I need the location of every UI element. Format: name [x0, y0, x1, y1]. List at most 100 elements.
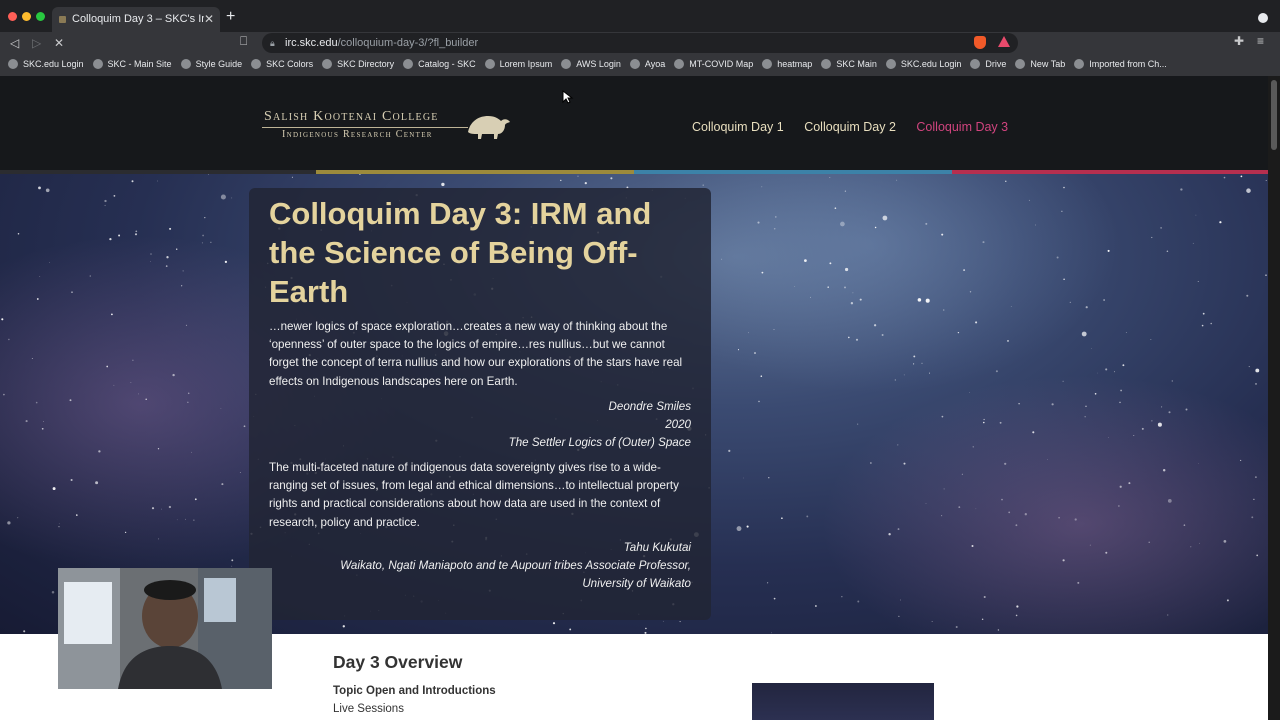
bookmark-item[interactable]: AWS Login — [561, 54, 621, 74]
hero-section: Colloquim Day 3: IRM and the Science of … — [0, 174, 1268, 634]
bookmark-favicon-icon — [674, 59, 685, 69]
nav-day-3[interactable]: Colloquim Day 3 — [916, 120, 1008, 134]
site-header: Salish Kootenai College Indigenous Resea… — [0, 76, 1268, 170]
tab-bar: Colloquim Day 3 – SKC's Indigenous Resea… — [0, 0, 1280, 32]
new-tab-button[interactable]: + — [226, 8, 235, 26]
bookmark-label: heatmap — [777, 59, 813, 69]
bookmark-item[interactable]: SKC.edu Login — [885, 54, 962, 74]
zoom-window-button[interactable] — [36, 12, 45, 21]
bookmark-favicon-icon — [92, 59, 103, 69]
bookmark-label: SKC - Main Site — [107, 59, 172, 69]
url-host: irc.skc.edu — [285, 37, 338, 49]
scrollbar-thumb[interactable] — [1271, 80, 1277, 150]
bookmark-item[interactable]: Ayoa — [629, 54, 666, 74]
lock-icon: 🔒︎ — [270, 38, 275, 48]
section-heading: Day 3 Overview — [333, 652, 463, 672]
forward-arrow-icon[interactable]: ▷ — [32, 34, 41, 52]
logo-line1: Salish Kootenai College — [264, 109, 439, 124]
nav-day-2[interactable]: Colloquim Day 2 — [804, 120, 896, 134]
bookmark-item[interactable]: Lorem Ipsum — [484, 54, 553, 74]
bookmark-item[interactable]: SKC Directory — [322, 54, 394, 74]
url-path: /colloquium-day-3/?fl_builder — [337, 37, 479, 49]
bookmark-item[interactable]: MT-COVID Map — [674, 54, 753, 74]
back-arrow-icon[interactable]: ◁ — [10, 34, 19, 52]
bookmark-favicon-icon — [629, 59, 640, 69]
hamburger-menu-icon[interactable]: ≡ — [1257, 34, 1264, 48]
attribution-source: The Settler Logics of (Outer) Space — [508, 436, 691, 449]
browser-toolbar: ◁ ▷ ✕ ⎕ 🔒︎ irc.skc.edu/colloquium-day-3/… — [0, 32, 1280, 54]
bookmark-item[interactable]: Catalog - SKC — [403, 54, 476, 74]
attribution-year: 2020 — [665, 418, 691, 431]
logo-line2: Indigenous Research Center — [282, 129, 433, 140]
minimize-window-button[interactable] — [22, 12, 31, 21]
bookmark-favicon-icon — [1015, 59, 1026, 69]
profile-icon[interactable] — [1258, 13, 1268, 23]
main-nav: Colloquim Day 1 Colloquim Day 2 Colloqui… — [692, 120, 1025, 134]
attribution-institution: University of Waikato — [582, 577, 691, 590]
bookmark-label: Ayoa — [644, 59, 666, 69]
topic-label: Topic Open and Introductions — [333, 685, 496, 697]
bookmark-icon[interactable]: ⎕ — [240, 34, 247, 49]
quote-kukutai: The multi-faceted nature of indigenous d… — [269, 461, 679, 529]
bookmark-item[interactable]: SKC Colors — [251, 54, 313, 74]
close-window-button[interactable] — [8, 12, 17, 21]
bookmark-favicon-icon — [885, 59, 896, 69]
bookmarks-bar: SKC.edu Login SKC - Main Site Style Guide S… — [0, 54, 1280, 76]
puzzle-piece-icon[interactable]: ✚ — [1234, 34, 1244, 48]
bookmark-item[interactable]: SKC.edu Login — [8, 54, 84, 74]
nav-day-1[interactable]: Colloquim Day 1 — [692, 120, 784, 134]
brave-shield-icon[interactable] — [974, 36, 986, 49]
bookmark-label: SKC Main — [836, 59, 877, 69]
bookmark-label: SKC Colors — [266, 59, 314, 69]
bookmark-favicon-icon — [762, 59, 773, 69]
bookmark-label: SKC Directory — [337, 59, 395, 69]
bookmark-item[interactable]: Drive — [970, 54, 1006, 74]
bookmark-item[interactable]: Style Guide — [180, 54, 243, 74]
bookmark-label: Catalog - SKC — [418, 59, 476, 69]
site-favicon-icon — [59, 16, 66, 23]
bison-icon — [468, 116, 510, 139]
bookmark-label: MT-COVID Map — [689, 59, 754, 69]
page-title: Colloquim Day 3: IRM and the Science of … — [269, 196, 652, 309]
bookmark-label: AWS Login — [576, 59, 621, 69]
browser-window: Colloquim Day 3 – SKC's Indigenous Resea… — [0, 0, 1280, 720]
bookmark-label: Drive — [985, 59, 1007, 69]
attribution-author: Deondre Smiles — [608, 400, 691, 413]
attribution-author: Tahu Kukutai — [623, 541, 691, 554]
browser-tab[interactable]: Colloquim Day 3 – SKC's Indigenous Resea… — [52, 7, 220, 32]
bookmark-favicon-icon — [821, 59, 832, 69]
presenter-video-icon — [58, 568, 272, 689]
address-bar[interactable]: 🔒︎ irc.skc.edu/colloquium-day-3/?fl_buil… — [262, 33, 1018, 53]
bookmark-label: Style Guide — [195, 59, 243, 69]
bookmark-label: Imported from Ch... — [1089, 59, 1167, 69]
bookmark-item[interactable]: SKC - Main Site — [92, 54, 172, 74]
tab-close-icon[interactable]: ✕ — [204, 7, 214, 32]
bookmark-favicon-icon — [484, 59, 495, 69]
bookmark-favicon-icon — [403, 59, 414, 69]
site-logo[interactable]: Salish Kootenai College Indigenous Resea… — [262, 106, 512, 146]
overview-image — [752, 683, 934, 720]
page-scrollbar[interactable] — [1268, 76, 1280, 720]
quote-smiles: …newer logics of space exploration…creat… — [269, 320, 683, 388]
hero-card: Colloquim Day 3: IRM and the Science of … — [249, 188, 711, 620]
bookmark-favicon-icon — [1074, 59, 1085, 69]
bookmark-favicon-icon — [8, 59, 18, 69]
bookmark-item[interactable]: SKC Main — [821, 54, 877, 74]
bookmark-favicon-icon — [251, 59, 262, 69]
bookmark-item[interactable]: New Tab — [1015, 54, 1065, 74]
bookmark-label: SKC.edu Login — [900, 59, 962, 69]
logo-rule — [262, 127, 468, 128]
tab-title: Colloquim Day 3 – SKC's Indigenous Resea… — [72, 13, 204, 25]
webcam-overlay — [58, 568, 272, 689]
bookmark-label: SKC.edu Login — [23, 59, 84, 69]
bookmark-favicon-icon — [970, 59, 981, 69]
bookmark-favicon-icon — [322, 59, 333, 69]
brave-rewards-icon[interactable] — [998, 36, 1010, 47]
bookmark-item[interactable]: Imported from Ch... — [1074, 54, 1167, 74]
bookmark-item[interactable]: heatmap — [762, 54, 812, 74]
attribution-affiliation: Waikato, Ngati Maniapoto and te Aupouri … — [340, 559, 691, 572]
stop-loading-icon[interactable]: ✕ — [54, 34, 64, 52]
bookmark-label: New Tab — [1030, 59, 1066, 69]
bookmark-label: Lorem Ipsum — [499, 59, 553, 69]
bookmark-favicon-icon — [180, 59, 191, 69]
